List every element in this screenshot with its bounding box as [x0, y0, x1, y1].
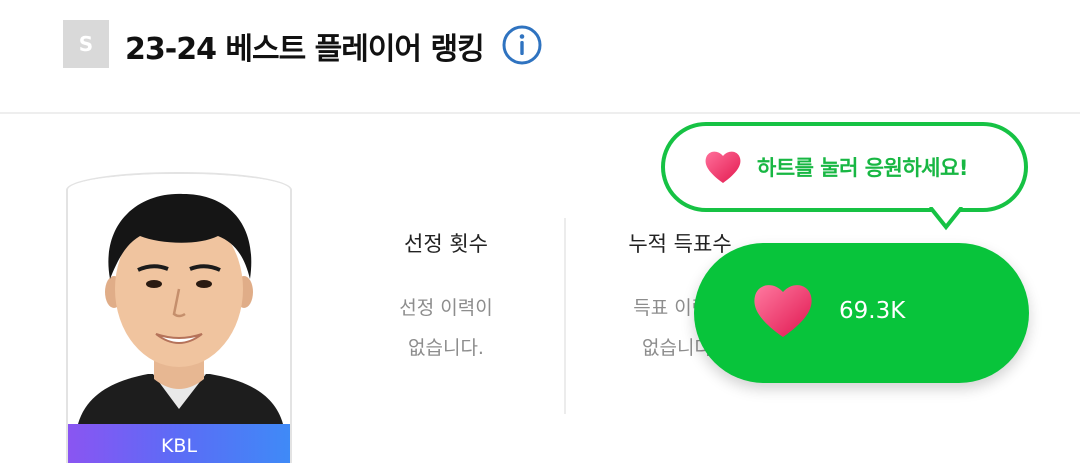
cheer-tooltip: 하트를 눌러 응원하세요!: [661, 122, 1028, 212]
like-count: 69.3K: [839, 298, 906, 324]
tooltip-text: 하트를 눌러 응원하세요!: [757, 156, 968, 180]
info-icon[interactable]: [500, 23, 544, 67]
tooltip-tail: [929, 207, 963, 231]
section-divider: [0, 112, 1080, 114]
stat-value-line: 없습니다.: [408, 337, 484, 359]
page-title: 23-24 베스트 플레이어 랭킹: [125, 32, 485, 67]
player-card[interactable]: KBL: [66, 172, 292, 463]
stat-selection-count: 선정 횟수 선정 이력이 없습니다.: [336, 228, 556, 368]
player-photo: [68, 174, 290, 424]
stat-value: 선정 이력이 없습니다.: [336, 288, 556, 368]
stat-value-line: 선정 이력이: [399, 297, 493, 319]
like-button[interactable]: 69.3K: [694, 243, 1029, 383]
stat-label: 선정 횟수: [404, 232, 488, 256]
season-badge: S: [63, 20, 109, 68]
league-badge: KBL: [68, 424, 290, 463]
heart-icon: [754, 285, 812, 337]
stat-divider: [564, 218, 566, 414]
heart-icon: [705, 151, 741, 183]
header: S 23-24 베스트 플레이어 랭킹: [0, 0, 1080, 113]
